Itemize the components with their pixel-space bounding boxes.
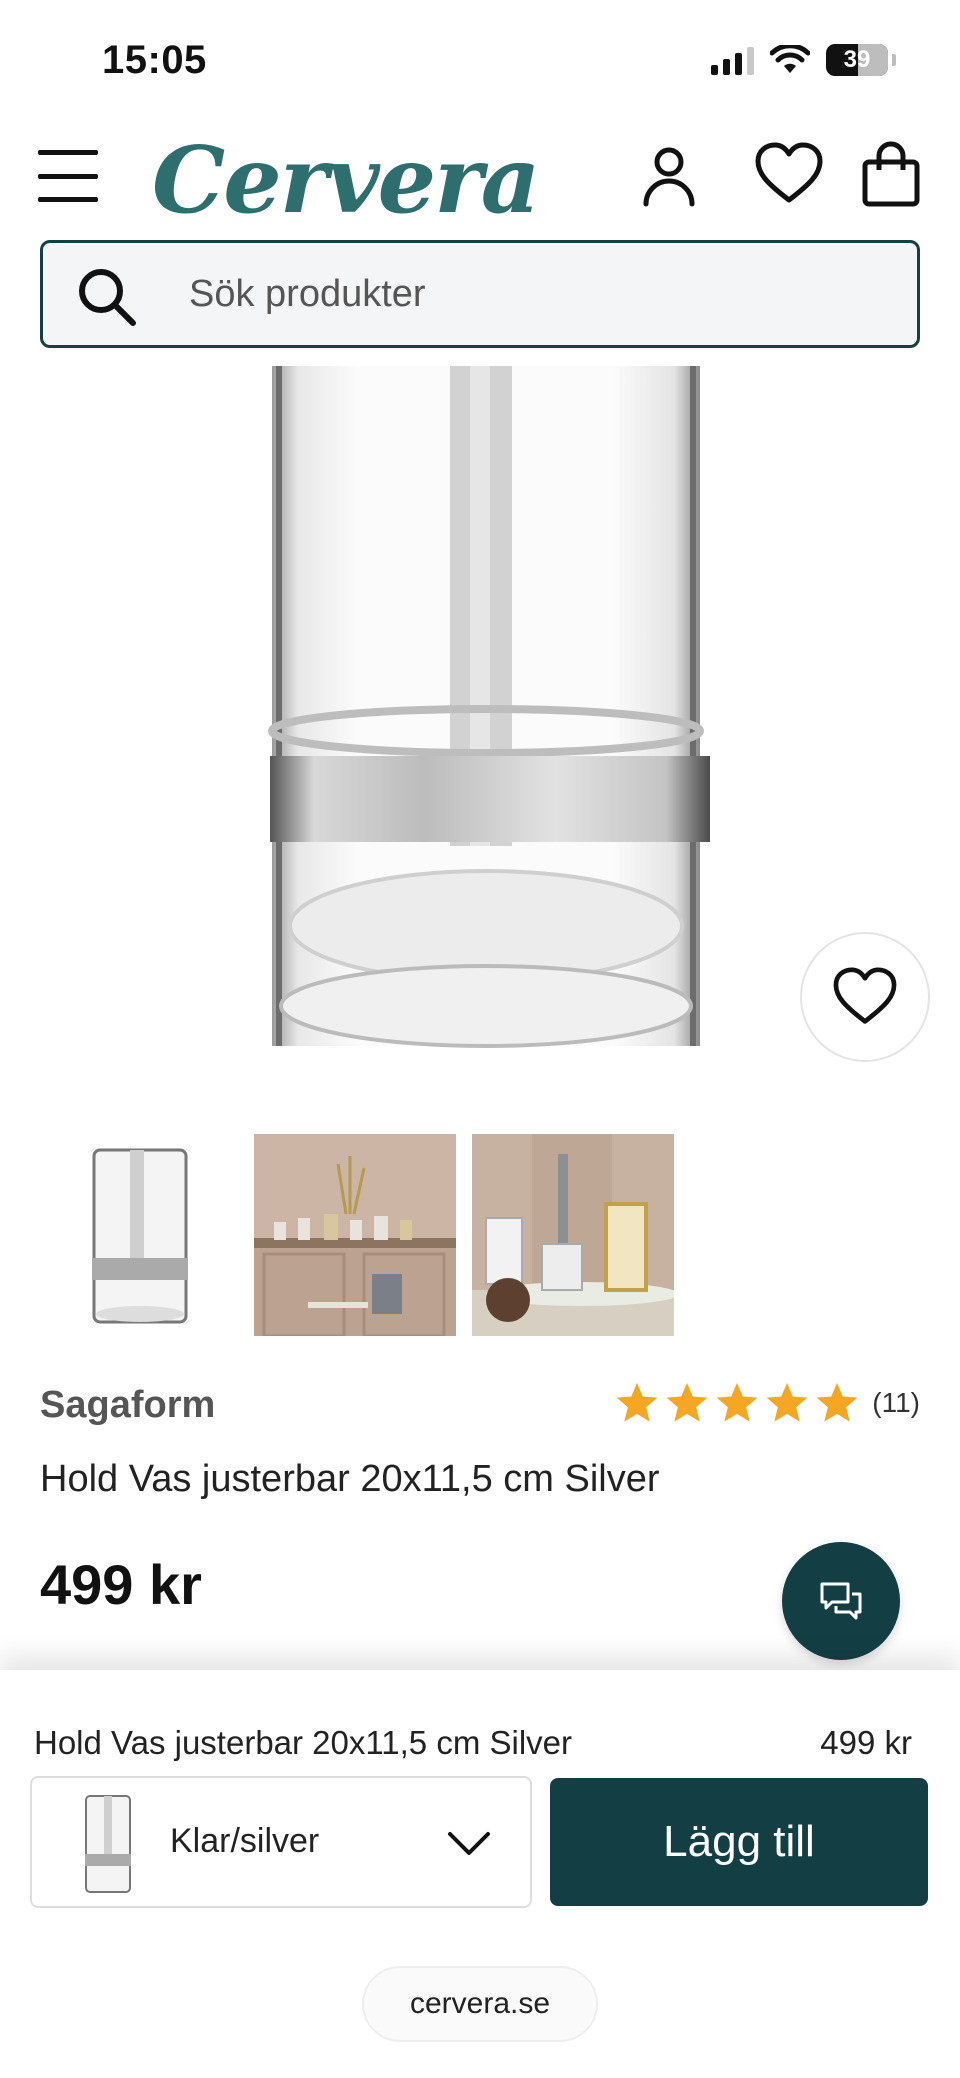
status-bar: 15:05 39 bbox=[0, 0, 960, 120]
star-icon bbox=[816, 1382, 858, 1422]
favorite-button[interactable] bbox=[800, 932, 930, 1062]
star-icon bbox=[716, 1382, 758, 1422]
variant-thumbnail bbox=[85, 1795, 131, 1893]
chat-icon bbox=[820, 1582, 862, 1620]
signal-icon bbox=[711, 45, 754, 75]
search-icon bbox=[79, 269, 136, 326]
logo[interactable]: Cervera bbox=[152, 126, 540, 234]
browser-url-bar[interactable]: cervera.se bbox=[362, 1966, 598, 2042]
sticky-product-title: Hold Vas justerbar 20x11,5 cm Silver bbox=[34, 1724, 573, 1761]
search-input[interactable] bbox=[189, 243, 889, 345]
product-rating[interactable]: (11) bbox=[614, 1380, 920, 1426]
site-header: Cervera bbox=[0, 120, 960, 234]
product-title: Hold Vas justerbar 20x11,5 cm Silver bbox=[40, 1458, 660, 1500]
product-price: 499 kr bbox=[40, 1553, 202, 1616]
star-icon bbox=[766, 1382, 808, 1422]
sticky-add-to-cart-bar: Hold Vas justerbar 20x11,5 cm Silver 499… bbox=[0, 1670, 960, 2078]
status-time: 15:05 bbox=[102, 38, 207, 82]
battery-icon: 39 bbox=[826, 44, 888, 76]
add-to-cart-button[interactable]: Lägg till bbox=[550, 1778, 928, 1906]
wifi-icon bbox=[770, 45, 810, 73]
search-bar[interactable] bbox=[40, 240, 920, 348]
thumbnail-interior[interactable] bbox=[254, 1134, 456, 1336]
heart-icon[interactable] bbox=[754, 140, 824, 210]
heart-icon bbox=[833, 967, 897, 1024]
status-icons: 39 bbox=[711, 44, 896, 76]
sticky-product-price: 499 kr bbox=[820, 1724, 912, 1761]
variant-select[interactable]: Klar/silver bbox=[30, 1776, 532, 1908]
thumbnail-strip bbox=[36, 1134, 674, 1336]
thumbnail-product[interactable] bbox=[36, 1134, 238, 1336]
product-brand[interactable]: Sagaform bbox=[40, 1384, 215, 1427]
menu-icon[interactable] bbox=[38, 150, 98, 202]
chat-button[interactable] bbox=[782, 1542, 900, 1660]
chevron-down-icon bbox=[448, 1832, 490, 1855]
star-icon bbox=[616, 1382, 658, 1422]
star-icon bbox=[666, 1382, 708, 1422]
variant-label: Klar/silver bbox=[170, 1822, 320, 1860]
review-count: (11) bbox=[872, 1387, 920, 1418]
battery-level: 39 bbox=[843, 46, 871, 73]
thumbnail-table-setting[interactable] bbox=[472, 1134, 674, 1336]
account-icon[interactable] bbox=[634, 140, 704, 210]
cart-icon[interactable] bbox=[856, 140, 926, 210]
